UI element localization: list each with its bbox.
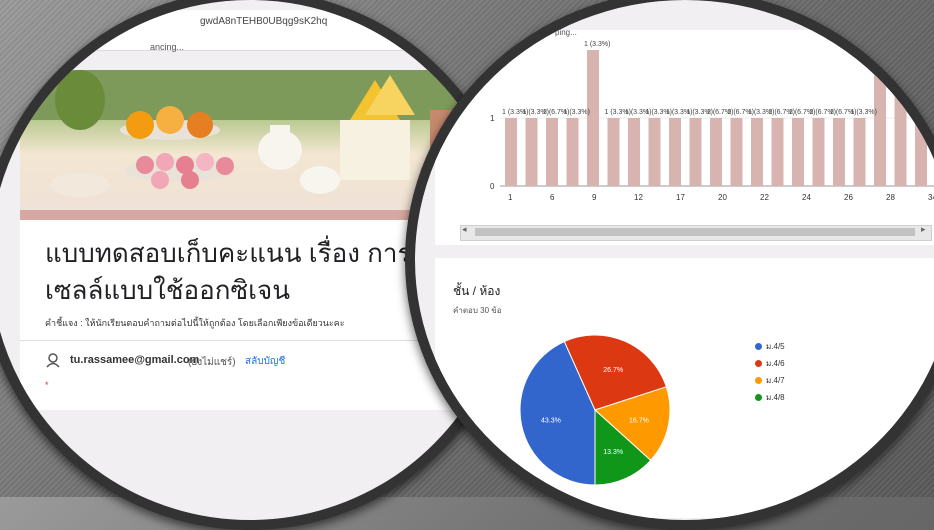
pie-legend: ม.4/5 ม.4/6 ม.4/7 ม.4/8 — [755, 340, 785, 408]
legend-swatch — [755, 360, 762, 368]
pie-chart: 43.3% 26.7% 16.7% 13.3% — [519, 334, 671, 486]
legend-label: ม.4/8 — [766, 393, 785, 402]
x-tick-label: 6 — [550, 193, 555, 202]
x-tick-label: 9 — [592, 193, 597, 202]
tea-party-photo — [20, 70, 470, 197]
bar — [648, 118, 661, 186]
x-tick-label: 20 — [718, 193, 727, 202]
bar-chart: 011 (3.3%)1 (3.3%)2 (6.7%)1 (3.3%)1 (3.3… — [490, 41, 934, 202]
results-magnifier: ping... 011 (3.3%) 1 (3.3%) 2 (6.7%) 1 (3.3… — [405, 0, 934, 530]
bar — [566, 118, 579, 186]
legend-swatch — [755, 343, 762, 351]
bar — [792, 118, 804, 186]
bar — [894, 50, 907, 186]
bar-data-label: 1 (3.3%) — [584, 41, 610, 48]
bar — [915, 118, 927, 186]
legend-swatch — [755, 377, 762, 385]
x-tick-label: 17 — [676, 193, 685, 202]
chart-scroll-thumb[interactable] — [475, 228, 915, 236]
bar — [874, 50, 886, 186]
switch-account-link[interactable]: สลับบัญชี — [245, 354, 285, 369]
bar-data-label: 1 (3.3%) — [851, 109, 877, 116]
bar — [689, 118, 702, 186]
x-tick-label: 1 — [508, 193, 513, 202]
pie-question-title: ชั้น / ห้อง — [453, 284, 501, 298]
bar-data-label: 2 (6.7%) — [892, 41, 918, 48]
bar — [812, 118, 825, 186]
legend-item: ม.4/8 — [755, 391, 785, 404]
bar — [710, 118, 722, 186]
pie-slice-label: 13.3% — [603, 449, 623, 456]
bar — [730, 118, 743, 186]
pie-slice-label: 16.7% — [629, 417, 649, 424]
bar — [587, 50, 599, 186]
bar — [669, 118, 681, 186]
pie-slice-label: 26.7% — [603, 367, 623, 374]
bar-data-label: 1 (3.3%) — [564, 109, 590, 116]
not-shared-text: (ยังไม่แชร์) — [188, 357, 236, 368]
bar — [505, 118, 517, 186]
bar — [853, 118, 866, 186]
legend-label: ม.4/6 — [766, 359, 785, 368]
legend-item: ม.4/5 — [755, 340, 785, 353]
bar — [546, 118, 558, 186]
legend-item: ม.4/7 — [755, 374, 785, 387]
required-marker: * — [45, 380, 49, 390]
form-banner-image — [20, 70, 470, 210]
loading-text: ancing... — [150, 42, 185, 52]
form-title: แบบทดสอบเก็บคะแนน เรื่อง การหา เซลล์แบบใ… — [45, 238, 444, 305]
divider — [20, 340, 470, 341]
bar — [525, 118, 538, 186]
scroll-left-icon[interactable]: ◂ — [462, 224, 467, 235]
pie-slice-label: 43.3% — [541, 417, 561, 424]
form-description: คำชี้แจง : ให้นักเรียนตอบคำถามต่อไปนี้ให… — [45, 318, 345, 328]
x-tick-label: 28 — [886, 193, 895, 202]
banner-accent-line — [20, 210, 470, 220]
pie-response-count: คำตอบ 30 ข้อ — [453, 306, 502, 315]
bar — [771, 118, 784, 186]
bar — [751, 118, 763, 186]
y-tick-label: 1 — [490, 114, 495, 123]
legend-swatch — [755, 394, 762, 402]
legend-item: ม.4/6 — [755, 357, 785, 370]
bar — [628, 118, 640, 186]
y-tick-label: 0 — [490, 182, 495, 191]
bar — [833, 118, 845, 186]
x-tick-label: 12 — [634, 193, 643, 202]
x-tick-label: 34 — [928, 193, 934, 202]
bar — [607, 118, 620, 186]
legend-label: ม.4/7 — [766, 376, 785, 385]
address-url: gwdA8nTEHB0UBqg9sK2hq — [200, 16, 328, 27]
account-icon — [45, 352, 61, 371]
pie-chart-card — [435, 258, 934, 518]
legend-label: ม.4/5 — [766, 342, 785, 351]
x-tick-label: 22 — [760, 193, 769, 202]
account-email: tu.rassamee@gmail.com — [70, 354, 200, 366]
x-tick-label: 24 — [802, 193, 811, 202]
scroll-right-icon[interactable]: ▸ — [921, 224, 926, 235]
x-tick-label: 26 — [844, 193, 853, 202]
